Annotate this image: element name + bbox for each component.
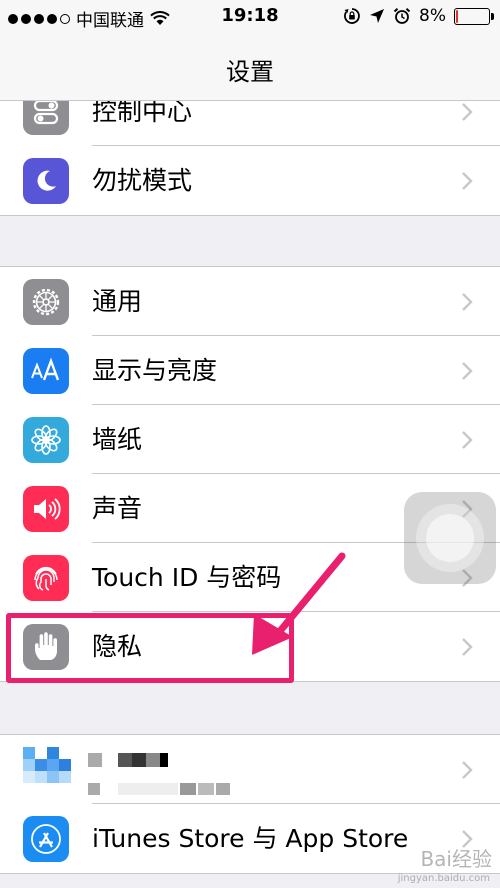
- settings-row-label: iTunes Store 与 App Store: [92, 824, 409, 853]
- moon-icon: [23, 158, 69, 204]
- speaker-icon: [23, 486, 69, 532]
- watermark-logo: Bai经验: [420, 847, 492, 871]
- navigation-bar-overlay: 设置: [0, 34, 500, 101]
- settings-row-label: 通用: [92, 287, 143, 316]
- status-bar: 中国联通 19:18 8%: [0, 0, 500, 34]
- chevron-right-icon: [462, 293, 473, 311]
- settings-row-label: 墙纸: [92, 425, 143, 454]
- chevron-right-icon: [462, 362, 473, 380]
- battery-percent: 8%: [419, 6, 446, 26]
- fingerprint-icon: [23, 555, 69, 601]
- pixelated-avatar: [23, 747, 71, 795]
- pixelated-account-name: [88, 753, 168, 767]
- settings-row-label: 声音: [92, 494, 143, 523]
- pixelated-account-detail: [88, 783, 248, 795]
- settings-row-label: 勿扰模式: [92, 166, 193, 195]
- text-size-icon: [23, 348, 69, 394]
- battery-icon: [454, 7, 494, 25]
- chevron-right-icon: [462, 172, 473, 190]
- alarm-icon: [393, 8, 411, 24]
- rotation-lock-icon: [344, 8, 360, 24]
- chevron-right-icon: [462, 431, 473, 449]
- settings-row-general[interactable]: 通用: [0, 267, 500, 336]
- settings-row-label: Touch ID 与密码: [92, 563, 282, 592]
- settings-row-account-pixelated[interactable]: [0, 735, 500, 804]
- location-icon: [370, 9, 385, 23]
- watermark-url: jingyan.baidu.com: [397, 873, 490, 884]
- gear-icon: [23, 279, 69, 325]
- settings-row-display-brightness[interactable]: 显示与亮度: [0, 336, 500, 405]
- status-bar-right: 8%: [343, 6, 494, 26]
- battery-level-fill: [456, 9, 458, 23]
- flower-icon: [23, 417, 69, 463]
- chevron-right-icon: [462, 638, 473, 656]
- settings-row-wallpaper[interactable]: 墙纸: [0, 405, 500, 474]
- privacy-highlight-box: [6, 613, 294, 683]
- settings-row-do-not-disturb[interactable]: 勿扰模式: [0, 146, 500, 215]
- chevron-right-icon: [462, 761, 473, 779]
- page-title-overlay: 设置: [226, 58, 274, 86]
- chevron-right-icon: [462, 103, 473, 121]
- settings-row-label: 显示与亮度: [92, 356, 218, 385]
- assistive-touch-button[interactable]: [404, 492, 496, 584]
- app-store-icon: [23, 816, 69, 862]
